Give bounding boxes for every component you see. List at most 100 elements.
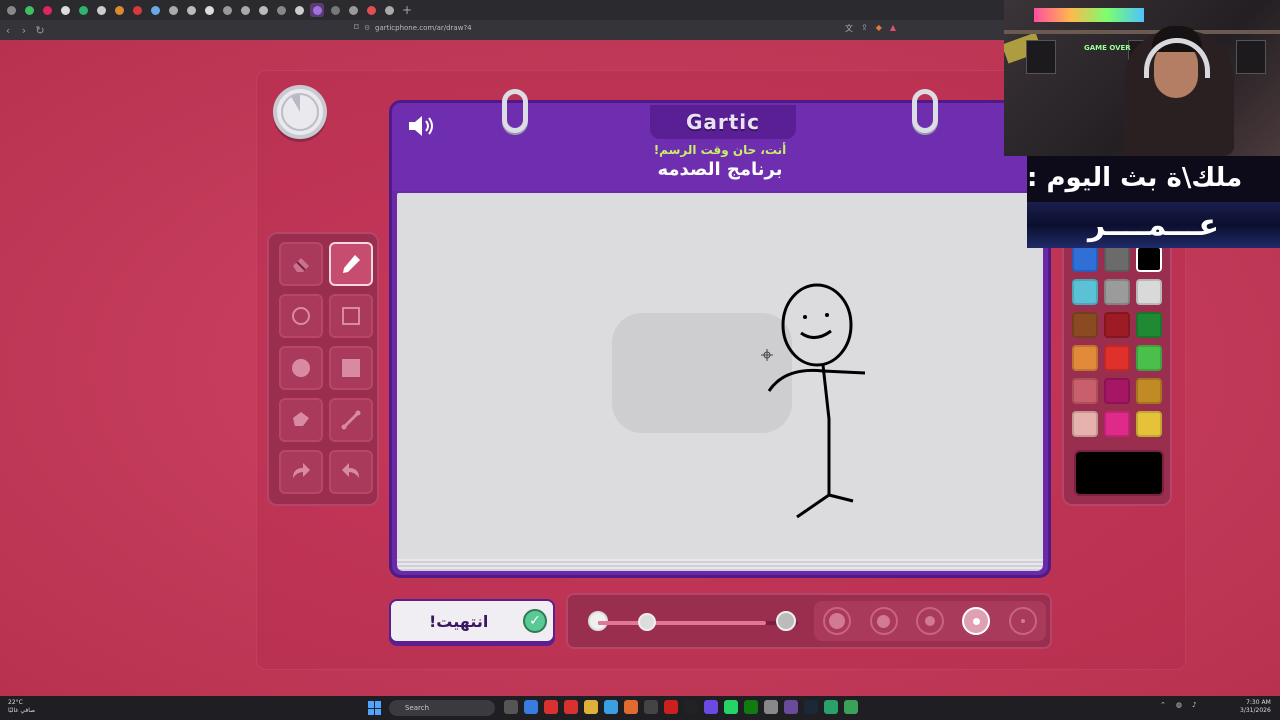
color-swatch[interactable] [1136,411,1162,437]
tab-2[interactable] [22,3,36,17]
drawing-canvas[interactable] [397,193,1043,561]
app-icon[interactable] [824,700,838,714]
opacity-slider-knob[interactable] [638,613,656,631]
steam-icon[interactable] [804,700,818,714]
share-icon[interactable]: ⇪ [861,23,868,34]
volume-icon[interactable]: ♪ [1192,701,1196,709]
brush-size-option[interactable] [915,607,944,635]
color-swatch[interactable] [1104,345,1130,371]
tab-4[interactable] [58,3,72,17]
network-icon[interactable]: ◍ [1176,701,1182,709]
redo-tool[interactable] [279,450,323,494]
settings-icon[interactable] [764,700,778,714]
tab-20[interactable] [346,3,360,17]
color-swatch[interactable] [1104,246,1130,272]
tab-11[interactable] [184,3,198,17]
color-swatch[interactable] [1136,345,1162,371]
extension-triangle-icon[interactable]: ▲ [890,23,896,34]
app-icon[interactable] [644,700,658,714]
taskbar-clock[interactable]: 7:30 AM 3/31/2026 [1240,699,1271,715]
color-swatch[interactable] [1136,312,1162,338]
chrome-icon[interactable] [524,700,538,714]
app-icon[interactable] [844,700,858,714]
rectangle-fill-tool[interactable] [329,346,373,390]
color-swatch[interactable] [1072,378,1098,404]
undo-tool[interactable] [329,450,373,494]
brush-size-option[interactable] [962,607,991,635]
ellipse-outline-tool[interactable] [279,294,323,338]
brush-size-option[interactable] [869,607,898,635]
brave-icon[interactable] [624,700,638,714]
taskbar-search[interactable]: Search [389,700,495,716]
tab-22[interactable] [382,3,396,17]
brush-size-option[interactable] [823,607,852,635]
tab-6[interactable] [94,3,108,17]
tab-10[interactable] [166,3,180,17]
weather-widget[interactable]: 22°C صافي غالبًا [8,699,35,715]
youtube-icon[interactable] [544,700,558,714]
color-swatch[interactable] [1104,411,1130,437]
done-button[interactable]: انتهيت! ✓ [389,599,555,643]
color-swatch[interactable] [1136,378,1162,404]
color-swatch[interactable] [1072,411,1098,437]
color-swatch[interactable] [1072,312,1098,338]
color-swatch[interactable] [1072,246,1098,272]
capcut-icon[interactable] [684,700,698,714]
file-explorer-icon[interactable] [584,700,598,714]
line-tool[interactable] [329,398,373,442]
pencil-tool[interactable] [329,242,373,286]
fill-bucket-tool[interactable] [279,398,323,442]
tab-3[interactable] [40,3,54,17]
color-swatch[interactable] [1104,312,1130,338]
tab-21[interactable] [364,3,378,17]
tab-5[interactable] [76,3,90,17]
tab-8[interactable] [130,3,144,17]
tab-12[interactable] [202,3,216,17]
color-swatch[interactable] [1104,378,1130,404]
rectangle-outline-tool[interactable] [329,294,373,338]
bookmark-icon[interactable]: ⌑ [354,23,359,33]
tab-9[interactable] [148,3,162,17]
tab-14[interactable] [238,3,252,17]
whatsapp-icon[interactable] [724,700,738,714]
translate-icon[interactable]: 文 [845,23,853,34]
brush-size-option[interactable] [1008,607,1037,635]
opacity-slider[interactable] [598,613,798,631]
task-view-icon[interactable] [504,700,518,714]
tab-19[interactable] [328,3,342,17]
color-swatch[interactable] [1104,279,1130,305]
led-strip [1034,8,1144,22]
tab-7[interactable] [112,3,126,17]
tab-15[interactable] [256,3,270,17]
tab-13[interactable] [220,3,234,17]
obs-icon[interactable] [704,700,718,714]
tab-17[interactable] [292,3,306,17]
tray-chevron-icon[interactable]: ⌃ [1160,701,1166,709]
site-info-icon[interactable]: ⚙ [364,24,370,32]
app-icon[interactable] [664,700,678,714]
pencil-icon [343,255,360,273]
forward-icon[interactable]: › [16,24,32,37]
tab-gartic-active[interactable] [310,3,324,17]
new-tab-button[interactable]: + [402,3,412,17]
back-icon[interactable]: ‹ [0,24,16,37]
tab-16[interactable] [274,3,288,17]
tab-1[interactable] [4,3,18,17]
reload-icon[interactable]: ↻ [32,24,48,37]
ellipse-fill-tool[interactable] [279,346,323,390]
app-icon[interactable] [564,700,578,714]
color-swatch[interactable] [1072,279,1098,305]
speaker-icon[interactable] [406,113,436,139]
prompt-subtitle: أنت، حان وقت الرسم! [653,143,787,157]
line-icon [341,410,361,430]
app-icon[interactable] [784,700,798,714]
windows-start-icon[interactable] [368,701,382,715]
eraser-tool[interactable] [279,242,323,286]
extension-shield-icon[interactable]: ◆ [876,23,882,34]
url-field[interactable]: garticphone.com/ar/draw?4 [375,24,472,32]
edge-icon[interactable] [604,700,618,714]
color-swatch[interactable] [1136,246,1162,272]
color-swatch[interactable] [1136,279,1162,305]
xbox-icon[interactable] [744,700,758,714]
color-swatch[interactable] [1072,345,1098,371]
